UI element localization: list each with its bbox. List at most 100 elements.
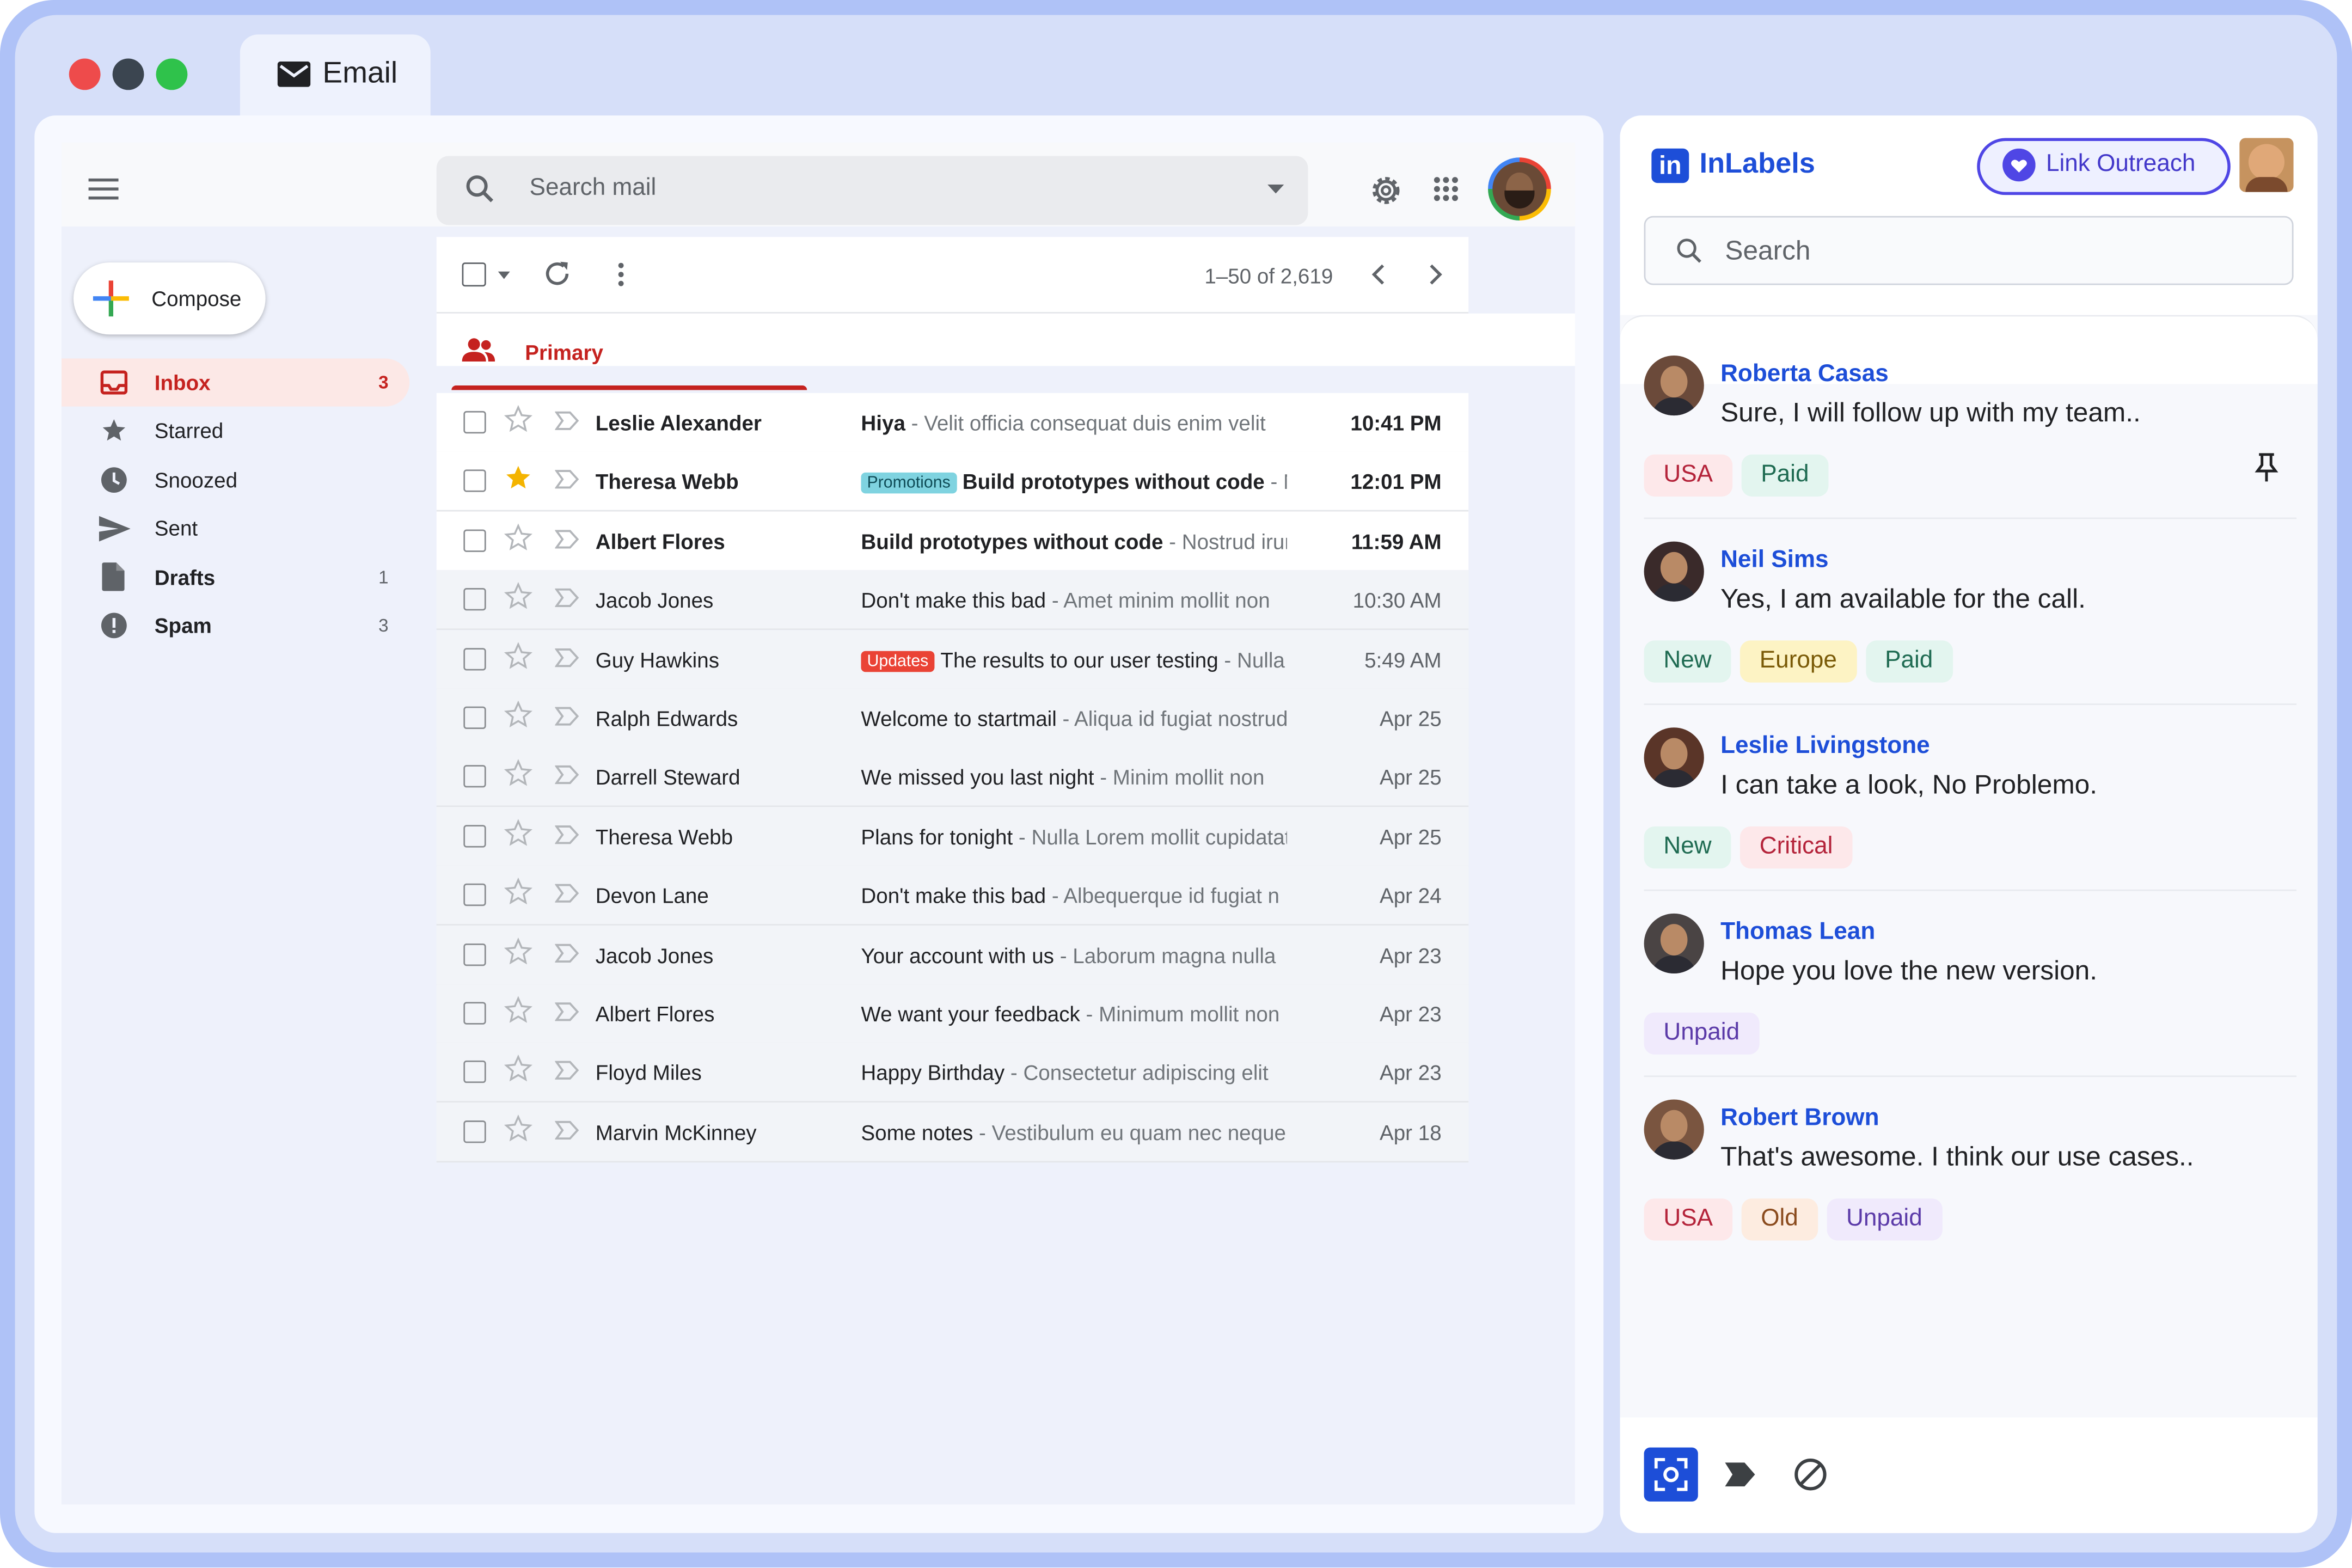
star-outline-icon[interactable] (504, 700, 532, 729)
row-checkbox[interactable] (463, 884, 486, 906)
star-outline-icon[interactable] (504, 582, 532, 610)
row-checkbox[interactable] (463, 529, 486, 552)
contact-card[interactable]: Thomas Lean Hope you love the new version… (1620, 896, 2318, 1082)
email-row[interactable]: Albert Flores We want your feedback - Min… (436, 984, 1469, 1044)
more-options-icon[interactable] (616, 262, 626, 286)
row-checkbox[interactable] (463, 1061, 486, 1084)
label-tag-icon[interactable] (1725, 1462, 1755, 1487)
account-avatar[interactable] (1488, 157, 1551, 220)
important-marker-icon[interactable] (555, 884, 579, 903)
row-separator: - (1013, 824, 1032, 849)
star-outline-icon[interactable] (504, 759, 532, 788)
next-page-icon[interactable] (1428, 264, 1443, 285)
important-marker-icon[interactable] (555, 647, 579, 667)
row-sender: Leslie Alexander (595, 411, 762, 435)
star-outline-icon[interactable] (504, 1055, 532, 1083)
tab-primary[interactable]: Primary (525, 340, 603, 364)
label-tag[interactable]: Unpaid (1644, 1012, 1759, 1055)
label-tag[interactable]: New (1644, 640, 1731, 683)
sidebar-item-snoozed[interactable]: Snoozed (62, 456, 409, 504)
important-marker-icon[interactable] (555, 765, 579, 785)
email-row[interactable]: Albert Flores Build prototypes without co… (436, 511, 1469, 572)
sidebar-item-starred[interactable]: Starred (62, 407, 409, 455)
star-outline-icon[interactable] (504, 405, 532, 433)
important-marker-icon[interactable] (555, 411, 579, 431)
important-marker-icon[interactable] (555, 589, 579, 608)
maximize-window-button[interactable] (156, 58, 188, 90)
label-tag[interactable]: Unpaid (1827, 1198, 1942, 1241)
label-tag[interactable]: USA (1644, 454, 1732, 497)
select-all-checkbox[interactable] (462, 262, 486, 287)
select-menu-icon[interactable] (498, 271, 510, 279)
label-tag[interactable]: New (1644, 826, 1731, 869)
row-checkbox[interactable] (463, 765, 486, 788)
user-avatar[interactable] (2239, 138, 2294, 192)
row-sender: Jacob Jones (595, 588, 714, 612)
email-row[interactable]: Marvin McKinney Some notes - Vestibulum e… (436, 1102, 1469, 1162)
email-row[interactable]: Jacob Jones Don't make this bad - Amet mi… (436, 570, 1469, 630)
row-subject-line: Welcome to startmail - Aliqua id fugiat … (861, 707, 1287, 731)
email-row[interactable]: Ralph Edwards Welcome to startmail - Aliq… (436, 688, 1469, 749)
email-row[interactable]: Leslie Alexander Hiya - Velit officia con… (436, 393, 1469, 454)
label-tag[interactable]: Paid (1865, 640, 1953, 683)
row-checkbox[interactable] (463, 1120, 486, 1143)
apps-grid-icon[interactable] (1432, 175, 1460, 203)
block-icon[interactable] (1794, 1458, 1827, 1491)
contact-card[interactable]: Robert Brown That's awesome. I think our … (1620, 1081, 2318, 1267)
star-filled-icon[interactable] (504, 464, 532, 492)
star-outline-icon[interactable] (504, 936, 532, 965)
star-outline-icon[interactable] (504, 1114, 532, 1142)
email-row[interactable]: Darrell Steward We missed you last night … (436, 748, 1469, 808)
star-outline-icon[interactable] (504, 641, 532, 670)
important-marker-icon[interactable] (555, 529, 579, 549)
pin-icon[interactable] (2253, 453, 2280, 483)
row-checkbox[interactable] (463, 588, 486, 611)
search-options-icon[interactable] (1267, 184, 1284, 194)
email-row[interactable]: Guy Hawkins Updates The results to our use… (436, 629, 1469, 690)
menu-icon[interactable] (88, 177, 119, 201)
email-row[interactable]: Theresa Webb Plans for tonight - Nulla Lo… (436, 806, 1469, 867)
important-marker-icon[interactable] (555, 1002, 579, 1021)
label-tag[interactable]: Old (1741, 1198, 1818, 1241)
email-row[interactable]: Theresa Webb Promotions Build prototypes w… (436, 452, 1469, 512)
star-outline-icon[interactable] (504, 996, 532, 1024)
row-checkbox[interactable] (463, 1002, 486, 1025)
sidebar-item-sent[interactable]: Sent (62, 504, 409, 552)
settings-gear-icon[interactable] (1368, 173, 1404, 209)
label-tag[interactable]: USA (1644, 1198, 1732, 1241)
star-outline-icon[interactable] (504, 818, 532, 847)
star-outline-icon[interactable] (504, 523, 532, 552)
label-tag[interactable]: Paid (1741, 454, 1829, 497)
sidebar-item-drafts[interactable]: Drafts 1 (62, 554, 409, 602)
inlabels-logo: in (1651, 148, 1689, 183)
star-outline-icon[interactable] (504, 878, 532, 906)
important-marker-icon[interactable] (555, 1061, 579, 1081)
row-checkbox[interactable] (463, 470, 486, 493)
email-row[interactable]: Devon Lane Don't make this bad - Albequer… (436, 866, 1469, 926)
sidebar-item-inbox[interactable]: Inbox 3 (61, 358, 410, 407)
contact-card[interactable]: Neil Sims Yes, I am available for the cal… (1620, 524, 2318, 710)
row-checkbox[interactable] (463, 942, 486, 966)
important-marker-icon[interactable] (555, 825, 579, 844)
label-tag[interactable]: Europe (1739, 640, 1857, 683)
row-checkbox[interactable] (463, 647, 486, 670)
scan-button[interactable] (1644, 1447, 1698, 1502)
row-checkbox[interactable] (463, 706, 486, 729)
important-marker-icon[interactable] (555, 943, 579, 963)
email-row[interactable]: Jacob Jones Your account with us - Laboru… (436, 924, 1469, 985)
sidebar-item-spam[interactable]: Spam 3 (62, 602, 409, 650)
contact-card[interactable]: Roberta Casas Sure, I will follow up with… (1620, 338, 2318, 524)
important-marker-icon[interactable] (555, 707, 579, 726)
previous-page-icon[interactable] (1371, 264, 1386, 285)
minimize-window-button[interactable] (112, 58, 144, 90)
label-tag[interactable]: Critical (1739, 826, 1853, 869)
important-marker-icon[interactable] (555, 1120, 579, 1140)
email-row[interactable]: Floyd Miles Happy Birthday - Consectetur … (436, 1043, 1469, 1104)
refresh-icon[interactable] (543, 260, 571, 288)
row-checkbox[interactable] (463, 411, 486, 434)
row-checkbox[interactable] (463, 824, 486, 848)
sidebar-label-spam: Spam (154, 613, 212, 638)
contact-card[interactable]: Leslie Livingstone I can take a look, No … (1620, 709, 2318, 896)
close-window-button[interactable] (69, 58, 101, 90)
important-marker-icon[interactable] (555, 470, 579, 489)
